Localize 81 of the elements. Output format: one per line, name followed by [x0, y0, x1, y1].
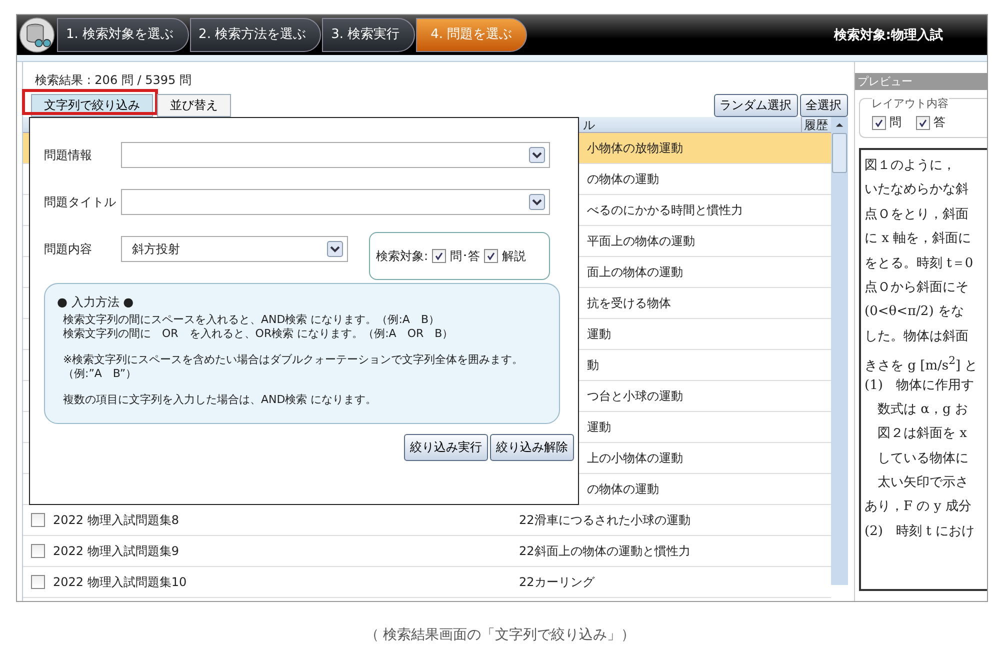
search-target-label: 検索対象:物理入試 — [834, 26, 944, 44]
column-header: ル — [582, 117, 596, 132]
table-cell: 2022 物理入試問題集9 — [53, 542, 179, 560]
help-title: ● 入力方法 ● — [57, 294, 135, 311]
checkbox-label: 問･答 — [450, 248, 480, 264]
result-count: 検索結果 : 206 問 / 5395 問 — [34, 72, 192, 89]
table-cell: 22斜面上の物体の運動と慣性力 — [519, 544, 690, 558]
dropdown-icon[interactable] — [529, 194, 545, 210]
table-cell: 抗を受ける物体 — [587, 296, 671, 310]
table-cell: 面上の物体の運動 — [587, 264, 683, 278]
checkbox[interactable] — [484, 249, 498, 263]
combo-field[interactable] — [121, 189, 550, 215]
table-cell: べるのにかかる時間と慣性力 — [587, 202, 743, 216]
table-cell: 平面上の物体の運動 — [587, 234, 695, 248]
table-row[interactable]: 2022 物理入試問題集9 22斜面上の物体の運動と慣性力 — [23, 536, 831, 567]
document-text: (2) 時刻 t におけ — [864, 522, 976, 541]
checkbox-label: 問 — [890, 114, 902, 131]
document-text: きさを g [m/s$^{2}$] と — [864, 353, 979, 374]
table-cell: 運動 — [587, 326, 611, 340]
help-text: 複数の項目に文字列を入力した場合は、AND検索 になります。 — [63, 393, 378, 407]
document-text: あり，F の y 成分 — [864, 498, 972, 516]
checkbox[interactable] — [872, 116, 886, 130]
help-text: 検索文字列の間にスペースを入れると、AND検索 になります。（例:A B） — [63, 313, 440, 327]
combo-field[interactable]: 斜方投射 — [121, 236, 348, 262]
document-text: している物体に — [876, 450, 970, 468]
checkbox[interactable] — [916, 116, 930, 130]
checkbox[interactable] — [31, 544, 45, 558]
filter-button[interactable]: 絞り込み解除 — [490, 434, 574, 461]
scroll-thumb[interactable] — [832, 133, 847, 173]
document-text: した。物体は斜面 — [864, 328, 970, 346]
table-cell: 2022 物理入試問題集10 — [53, 574, 187, 590]
checkbox-label: 解説 — [502, 248, 526, 264]
select-button[interactable]: 全選択 — [800, 94, 848, 117]
table-cell: 小物体の放物運動 — [587, 140, 683, 154]
table-cell: 運動 — [587, 420, 611, 434]
document-text: (1) 物体に作用す — [864, 376, 975, 395]
table-cell: の物体の運動 — [587, 172, 659, 186]
step-tab[interactable]: 2. 検索方法を選ぶ — [190, 18, 322, 52]
field-label: 問題情報 — [44, 146, 93, 164]
group-label: 検索対象: — [376, 248, 428, 264]
filter-button[interactable]: 絞り込み実行 — [404, 434, 488, 461]
field-label: 問題内容 — [44, 240, 93, 258]
document-text: (0<θ<π/2) をな — [864, 303, 965, 322]
scrollbar[interactable] — [830, 117, 848, 585]
document-text: 点Ｏから斜面にそ — [864, 278, 970, 297]
table-cell: 上の小物体の運動 — [587, 450, 683, 464]
document-text: 図２は斜面を x — [876, 425, 968, 444]
preview-title: プレビュー — [854, 73, 987, 90]
document-text: 数式は α，g お — [876, 400, 969, 419]
group-label: レイアウト内容 — [872, 97, 949, 110]
help-text: ※検索文字列にスペースを含めたい場合はダブルクォーテーションで文字列全体を囲みます。 — [63, 353, 524, 367]
document-text: 太い矢印で示さ — [876, 474, 970, 492]
scroll-up-icon[interactable] — [834, 122, 844, 128]
step-tab[interactable]: 3. 検索実行 — [322, 18, 415, 52]
checkbox-label: 答 — [934, 114, 946, 131]
document-text: に x 軸を，斜面に — [864, 230, 972, 248]
combo-field[interactable] — [121, 142, 550, 168]
checkbox[interactable] — [31, 575, 45, 589]
table-cell: の物体の運動 — [587, 482, 659, 496]
checkbox[interactable] — [31, 513, 45, 527]
field-label: 問題タイトル — [44, 194, 117, 210]
select-button[interactable]: ランダム選択 — [714, 94, 798, 117]
table-cell: つ台と小球の運動 — [587, 388, 683, 402]
table-row[interactable]: 2022 物理入試問題集10 22カーリング — [23, 567, 831, 598]
document-text: をとる。時刻 t＝0 — [864, 254, 974, 273]
dropdown-icon[interactable] — [327, 241, 343, 257]
filter-tab[interactable]: 並び替え — [157, 94, 231, 117]
table-cell: 動 — [587, 358, 599, 372]
document-text: いたなめらかな斜 — [864, 181, 970, 200]
help-text: 検索文字列の間に OR を入れると、OR検索 になります。（例:A OR B） — [63, 327, 454, 341]
table-cell: 2022 物理入試問題集8 — [53, 512, 179, 528]
table-cell: 22カーリング — [519, 574, 594, 588]
step-tab[interactable]: 1. 検索対象を選ぶ — [57, 18, 189, 52]
database-icon — [19, 17, 55, 53]
document-text: 図１のように， — [864, 157, 957, 175]
help-text: （例:”A B”） — [63, 367, 138, 381]
table-cell: 22滑車につるされた小球の運動 — [519, 512, 690, 526]
caption: （ 検索結果画面の「文字列で絞り込み」） — [364, 626, 636, 644]
checkbox[interactable] — [432, 249, 446, 263]
document-text: 点Ｏをとり，斜面 — [864, 206, 970, 224]
dropdown-icon[interactable] — [529, 147, 545, 163]
